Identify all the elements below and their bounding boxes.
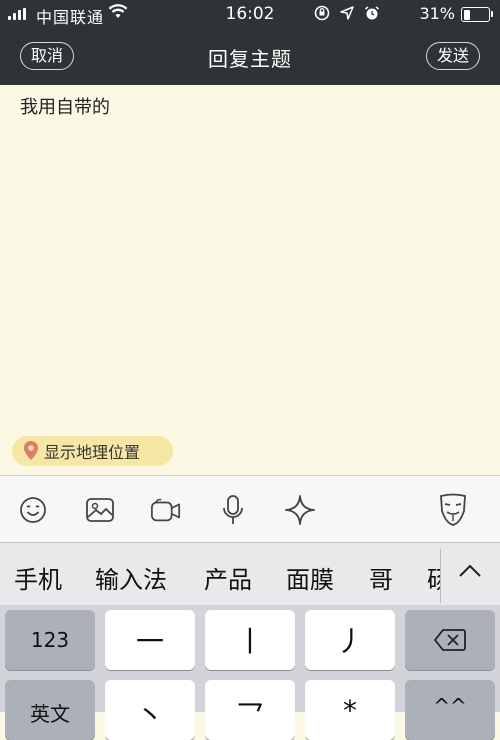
- chevron-up-icon[interactable]: [456, 561, 484, 585]
- keyboard: 手机 输入法 产品 面膜 哥 砀 123 一 丨 丿 英文 丶 乛 * ^^: [0, 542, 500, 740]
- candidate-bar: 手机 输入法 产品 面膜 哥 砀: [0, 543, 500, 605]
- candidate-item[interactable]: 手机: [14, 560, 62, 595]
- key-wildcard[interactable]: *: [305, 680, 395, 740]
- page-title: 回复主题: [208, 47, 292, 71]
- location-arrow-icon: [340, 6, 354, 20]
- reply-text-area[interactable]: 我用自带的 显示地理位置: [0, 85, 500, 475]
- candidate-divider: [440, 549, 441, 603]
- candidate-item[interactable]: 哥: [369, 560, 393, 595]
- smiley-icon[interactable]: [17, 494, 49, 526]
- send-button[interactable]: 发送: [425, 42, 480, 70]
- header: 中国联通 16:02 31% 取消 回复主题 发送: [0, 0, 500, 85]
- key-emoticon[interactable]: ^^: [405, 680, 495, 740]
- key-english[interactable]: 英文: [5, 680, 95, 740]
- compose-toolbar: [0, 475, 500, 543]
- candidate-item[interactable]: 砀: [427, 560, 440, 595]
- battery-percent: 31%: [419, 4, 455, 23]
- key-stroke-left-falling[interactable]: 丿: [305, 610, 395, 670]
- key-stroke-dot[interactable]: 丶: [105, 680, 195, 740]
- reply-text: 我用自带的: [20, 97, 110, 118]
- key-stroke-horizontal[interactable]: 一: [105, 610, 195, 670]
- location-pin-icon: [24, 441, 38, 460]
- video-icon[interactable]: [150, 494, 182, 526]
- status-bar: 中国联通 16:02 31%: [0, 0, 500, 28]
- sparkle-icon[interactable]: [284, 494, 316, 526]
- rotation-lock-icon: [314, 5, 330, 21]
- backspace-icon: [434, 629, 466, 651]
- microphone-icon[interactable]: [217, 494, 249, 526]
- mask-icon[interactable]: [437, 493, 469, 526]
- key-stroke-vertical[interactable]: 丨: [205, 610, 295, 670]
- key-stroke-turning[interactable]: 乛: [205, 680, 295, 740]
- battery-icon: [461, 7, 493, 22]
- image-icon[interactable]: [84, 494, 116, 526]
- show-location-button[interactable]: 显示地理位置: [12, 436, 173, 466]
- key-123[interactable]: 123: [5, 610, 95, 670]
- candidate-item[interactable]: 产品: [204, 560, 252, 595]
- candidate-item[interactable]: 输入法: [95, 560, 167, 595]
- delete-key[interactable]: [405, 610, 495, 670]
- show-location-label: 显示地理位置: [44, 443, 141, 462]
- candidate-item[interactable]: 面膜: [286, 560, 334, 595]
- alarm-icon: [364, 6, 380, 20]
